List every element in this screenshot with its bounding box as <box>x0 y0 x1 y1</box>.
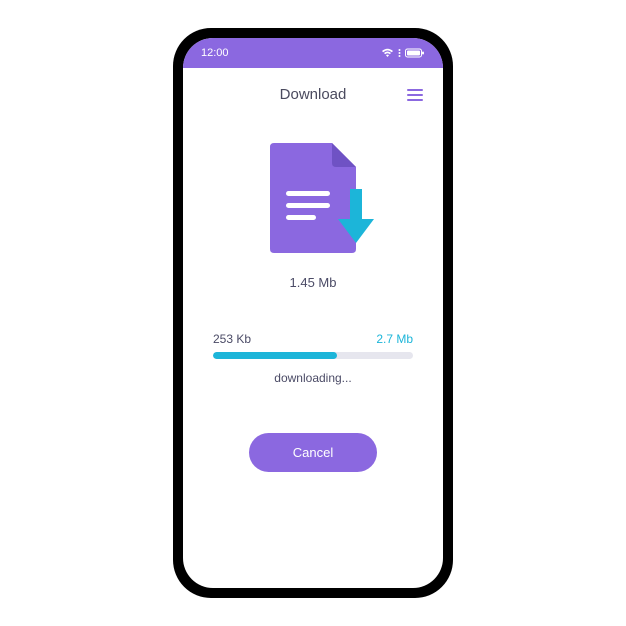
status-bar: 12:00 <box>183 38 443 68</box>
page-title: Download <box>280 86 347 103</box>
phone-screen: 12:00 Download <box>183 38 443 588</box>
download-status-text: downloading... <box>213 371 413 385</box>
status-icons <box>381 48 425 58</box>
menu-icon[interactable] <box>407 89 423 101</box>
progress-bar <box>213 352 413 359</box>
total-amount: 2.7 Mb <box>376 332 413 346</box>
wifi-icon <box>381 48 394 58</box>
file-download-icon <box>270 143 356 253</box>
download-arrow-icon <box>338 189 374 243</box>
file-size-label: 1.45 Mb <box>290 275 337 290</box>
progress-section: 253 Kb 2.7 Mb downloading... <box>213 332 413 385</box>
status-time: 12:00 <box>201 47 229 59</box>
battery-icon <box>405 48 425 58</box>
phone-frame: 12:00 Download <box>173 28 453 598</box>
progress-fill <box>213 352 337 359</box>
cancel-button[interactable]: Cancel <box>249 433 377 472</box>
downloaded-amount: 253 Kb <box>213 332 251 346</box>
progress-labels: 253 Kb 2.7 Mb <box>213 332 413 346</box>
download-content: 1.45 Mb 253 Kb 2.7 Mb downloading... Can… <box>183 113 443 588</box>
signal-icon <box>398 48 401 58</box>
app-header: Download <box>183 68 443 113</box>
